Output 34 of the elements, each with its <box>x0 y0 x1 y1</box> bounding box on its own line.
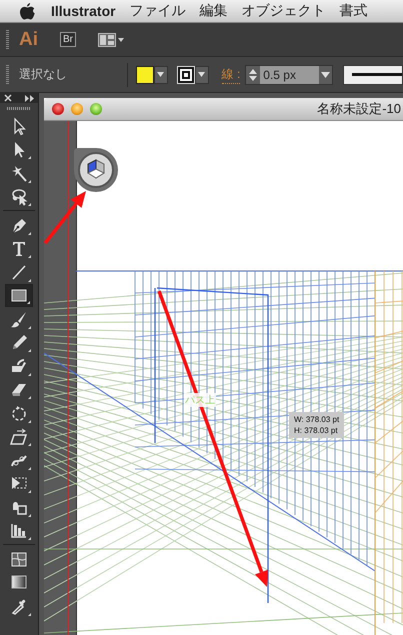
close-icon[interactable] <box>4 94 12 102</box>
grip-handle[interactable] <box>6 30 9 50</box>
arrange-documents-button[interactable] <box>98 32 124 46</box>
menu-item[interactable]: 編集 <box>200 2 228 20</box>
bridge-button[interactable]: Br <box>60 32 76 47</box>
grip-handle[interactable] <box>7 107 31 110</box>
menu-item[interactable]: オブジェクト <box>242 2 326 20</box>
annotation-arrow <box>44 191 86 244</box>
dropdown-button[interactable] <box>194 66 209 84</box>
smart-guide-label: パス上 <box>184 393 216 407</box>
measurement-text: W: 378.03 pt <box>294 414 340 425</box>
dropdown-button[interactable] <box>154 66 168 84</box>
stroke-weight-field[interactable]: 0.5 px <box>245 64 334 84</box>
perspective-widget-icon[interactable] <box>74 148 118 192</box>
shear-icon <box>9 426 29 446</box>
apple-logo-icon[interactable] <box>20 2 35 20</box>
caret-icon <box>198 72 206 77</box>
caret-icon <box>157 72 164 77</box>
menu-item[interactable]: ファイル <box>130 2 186 20</box>
selection-status: 選択なし <box>18 66 68 83</box>
caret-icon[interactable] <box>321 72 330 78</box>
app-menu[interactable]: Illustrator <box>51 3 116 19</box>
tool-button[interactable] <box>5 284 33 307</box>
stroke-profile-dropdown[interactable] <box>343 64 403 84</box>
spinner-arrows-icon[interactable] <box>246 66 260 84</box>
menu-item[interactable]: 書式 <box>340 2 368 20</box>
grip-handle[interactable] <box>6 64 9 84</box>
fill-swatch[interactable] <box>136 66 154 84</box>
measurement-text: H: 378.03 pt <box>294 425 339 436</box>
stroke-swatch[interactable] <box>176 66 195 84</box>
close-button[interactable] <box>52 103 64 115</box>
double-arrow-icon[interactable] <box>25 94 34 102</box>
app-logo: Ai <box>19 28 38 50</box>
window-title: 名称未設定-10 <box>317 100 402 118</box>
